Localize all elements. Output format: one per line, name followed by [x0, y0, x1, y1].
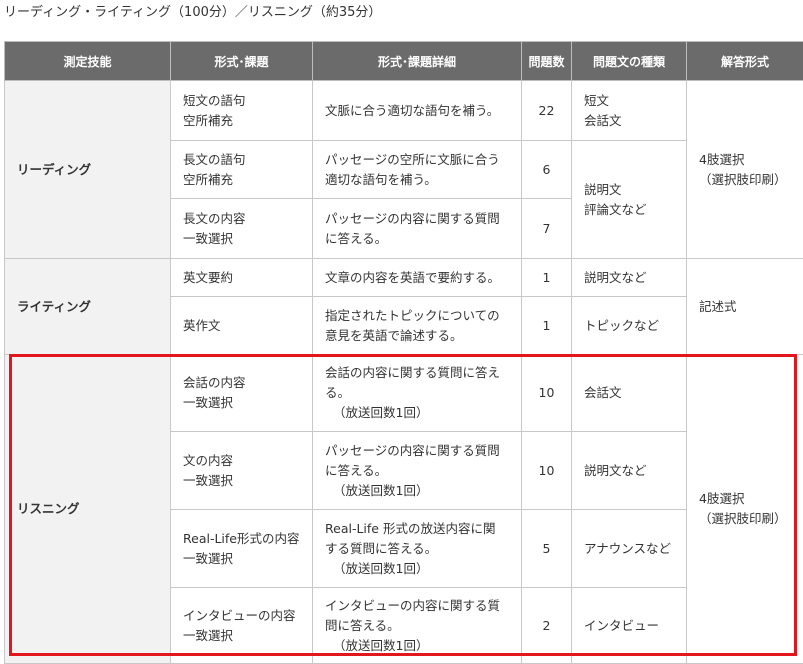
answer-cell-reading: 4肢選択（選択肢印刷） — [687, 81, 803, 259]
col-header-skill: 測定技能 — [5, 42, 171, 81]
table-row: リーディング 短文の語句空所補充 文脈に合う適切な語句を補う。 22 短文会話文… — [5, 81, 803, 141]
count-cell: 1 — [522, 259, 572, 297]
text-type-cell: 会話文 — [572, 355, 687, 432]
skill-cell-listening: リスニング — [5, 355, 171, 664]
skill-cell-reading: リーディング — [5, 81, 171, 259]
count-cell: 5 — [522, 510, 572, 588]
format-cell: 長文の語句空所補充 — [171, 141, 313, 199]
format-cell: 長文の内容一致選択 — [171, 199, 313, 259]
text-type-cell-merged: 説明文評論文など — [572, 141, 687, 259]
count-cell: 6 — [522, 141, 572, 199]
text-type-cell: アナウンスなど — [572, 510, 687, 588]
detail-cell: パッセージの空所に文脈に合う適切な語句を補う。 — [313, 141, 522, 199]
col-header-answer: 解答形式 — [687, 42, 803, 81]
format-cell: 会話の内容一致選択 — [171, 355, 313, 432]
col-header-detail: 形式･課題詳細 — [313, 42, 522, 81]
detail-cell: パッセージの内容に関する質問に答える。 — [313, 199, 522, 259]
table-row: ライティング 英文要約 文章の内容を英語で要約する。 1 説明文など 記述式 — [5, 259, 803, 297]
section-heading: リーディング・ライティング（100分）／リスニング（約35分） — [4, 0, 381, 26]
text-type-cell: 説明文など — [572, 259, 687, 297]
detail-cell: Real-Life 形式の放送内容に関する質問に答える。（放送回数1回） — [313, 510, 522, 588]
format-cell: 英文要約 — [171, 259, 313, 297]
detail-cell: 会話の内容に関する質問に答える。（放送回数1回） — [313, 355, 522, 432]
count-cell: 10 — [522, 355, 572, 432]
detail-cell: 文脈に合う適切な語句を補う。 — [313, 81, 522, 141]
count-cell: 22 — [522, 81, 572, 141]
format-cell: 短文の語句空所補充 — [171, 81, 313, 141]
detail-cell: パッセージの内容に関する質問に答える。（放送回数1回） — [313, 432, 522, 510]
format-cell: Real-Life形式の内容一致選択 — [171, 510, 313, 588]
col-header-format: 形式･課題 — [171, 42, 313, 81]
exam-format-table: 測定技能 形式･課題 形式･課題詳細 問題数 問題文の種類 解答形式 リーディン… — [4, 41, 803, 664]
text-type-cell: トピックなど — [572, 297, 687, 355]
detail-cell: インタビューの内容に関する質問に答える。（放送回数1回） — [313, 588, 522, 664]
skill-cell-writing: ライティング — [5, 259, 171, 355]
text-type-cell: 短文会話文 — [572, 81, 687, 141]
answer-cell-writing: 記述式 — [687, 259, 803, 355]
count-cell: 10 — [522, 432, 572, 510]
col-header-count: 問題数 — [522, 42, 572, 81]
answer-cell-listening: 4肢選択（選択肢印刷） — [687, 355, 803, 664]
col-header-text-type: 問題文の種類 — [572, 42, 687, 81]
table-header-row: 測定技能 形式･課題 形式･課題詳細 問題数 問題文の種類 解答形式 — [5, 42, 803, 81]
format-cell: 英作文 — [171, 297, 313, 355]
text-type-cell: インタビュー — [572, 588, 687, 664]
count-cell: 7 — [522, 199, 572, 259]
count-cell: 2 — [522, 588, 572, 664]
format-cell: 文の内容一致選択 — [171, 432, 313, 510]
table-row: リスニング 会話の内容一致選択 会話の内容に関する質問に答える。（放送回数1回）… — [5, 355, 803, 432]
detail-cell: 指定されたトピックについての意見を英語で論述する。 — [313, 297, 522, 355]
text-type-cell: 説明文など — [572, 432, 687, 510]
count-cell: 1 — [522, 297, 572, 355]
format-cell: インタビューの内容一致選択 — [171, 588, 313, 664]
detail-cell: 文章の内容を英語で要約する。 — [313, 259, 522, 297]
